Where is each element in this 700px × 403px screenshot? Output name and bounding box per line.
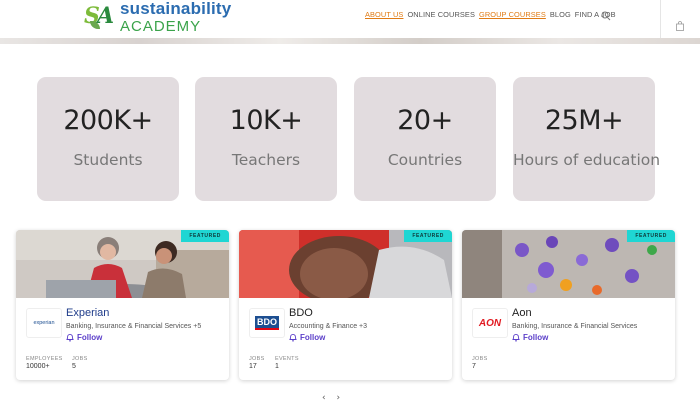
search-icon[interactable] [601, 11, 611, 21]
company-logo: BDO [249, 308, 285, 338]
logo-mark-icon: SA [84, 3, 115, 29]
carousel-controls: ‹ › [322, 393, 340, 403]
company-name[interactable]: BDO [289, 307, 313, 319]
featured-badge: FEATURED [404, 230, 452, 242]
nav-group-courses[interactable]: GROUP COURSES [479, 10, 546, 19]
stat-value: 10K+ [229, 105, 303, 136]
follow-button[interactable]: Follow [66, 333, 102, 342]
carousel-prev-icon[interactable]: ‹ [322, 393, 326, 403]
follow-button[interactable]: Follow [289, 333, 325, 342]
nav-online-courses[interactable]: ONLINE COURSES [407, 10, 475, 19]
stat-label: Countries [387, 151, 463, 169]
company-name[interactable]: Experian [66, 307, 109, 319]
stat-label: Hours of education [513, 151, 661, 169]
employer-card-bdo[interactable]: FEATURED BDO BDO Accounting & Finance +3… [239, 230, 452, 380]
carousel-next-icon[interactable]: › [336, 393, 340, 403]
site-logo[interactable]: SA sustainability ACADEMY [84, 0, 232, 35]
stat-card-students: 200K+ Students [37, 77, 179, 201]
company-logo: AON [472, 308, 508, 338]
stat-label: Teachers [231, 151, 301, 169]
stat-value: 25M+ [544, 105, 624, 136]
stat-card-hours: 25M+ Hours of education [513, 77, 661, 201]
nav-blog[interactable]: BLOG [550, 10, 571, 19]
stat-card-countries: 20+ Countries [354, 77, 496, 201]
follow-label: Follow [77, 333, 103, 342]
bell-icon [289, 333, 297, 342]
logo-text-line2: ACADEMY [120, 18, 202, 35]
company-logo-text: experian [33, 320, 55, 326]
bell-icon [512, 333, 520, 342]
meta-value: 17 [249, 363, 257, 370]
meta-value: 5 [72, 363, 76, 370]
company-logo: experian [26, 308, 62, 338]
meta-value: 7 [472, 363, 476, 370]
follow-label: Follow [300, 333, 326, 342]
stat-card-teachers: 10K+ Teachers [195, 77, 337, 201]
employer-card-aon[interactable]: FEATURED AON Aon Banking, Insurance & Fi… [462, 230, 675, 380]
shopping-bag-icon[interactable] [675, 21, 685, 31]
hero-image-strip [0, 38, 700, 44]
stat-value: 20+ [397, 105, 453, 136]
company-industry: Banking, Insurance & Financial Services [512, 323, 638, 330]
nav-about-us[interactable]: ABOUT US [365, 10, 403, 19]
meta-label: JOBS [249, 356, 265, 362]
follow-button[interactable]: Follow [512, 333, 548, 342]
stat-label: Students [73, 151, 143, 169]
logo-text-line1: sustainability [120, 0, 232, 18]
main-nav: ABOUT US ONLINE COURSES GROUP COURSES BL… [365, 10, 620, 19]
meta-label: EVENTS [275, 356, 299, 362]
company-industry: Banking, Insurance & Financial Services … [66, 323, 202, 330]
bell-icon [66, 333, 74, 342]
meta-label: JOBS [72, 356, 88, 362]
meta-value: 10000+ [26, 363, 50, 370]
featured-badge: FEATURED [181, 230, 229, 242]
employer-card-experian[interactable]: FEATURED experian Experian Banking, Insu… [16, 230, 229, 380]
meta-value: 1 [275, 363, 279, 370]
company-logo-text: BDO [255, 316, 279, 330]
company-industry: Accounting & Finance +3 [289, 323, 368, 330]
company-name[interactable]: Aon [512, 307, 532, 319]
follow-label: Follow [523, 333, 549, 342]
stat-value: 200K+ [63, 105, 153, 136]
company-logo-text: AON [478, 317, 502, 329]
meta-label: EMPLOYEES [26, 356, 63, 362]
featured-badge: FEATURED [627, 230, 675, 242]
meta-label: JOBS [472, 356, 488, 362]
